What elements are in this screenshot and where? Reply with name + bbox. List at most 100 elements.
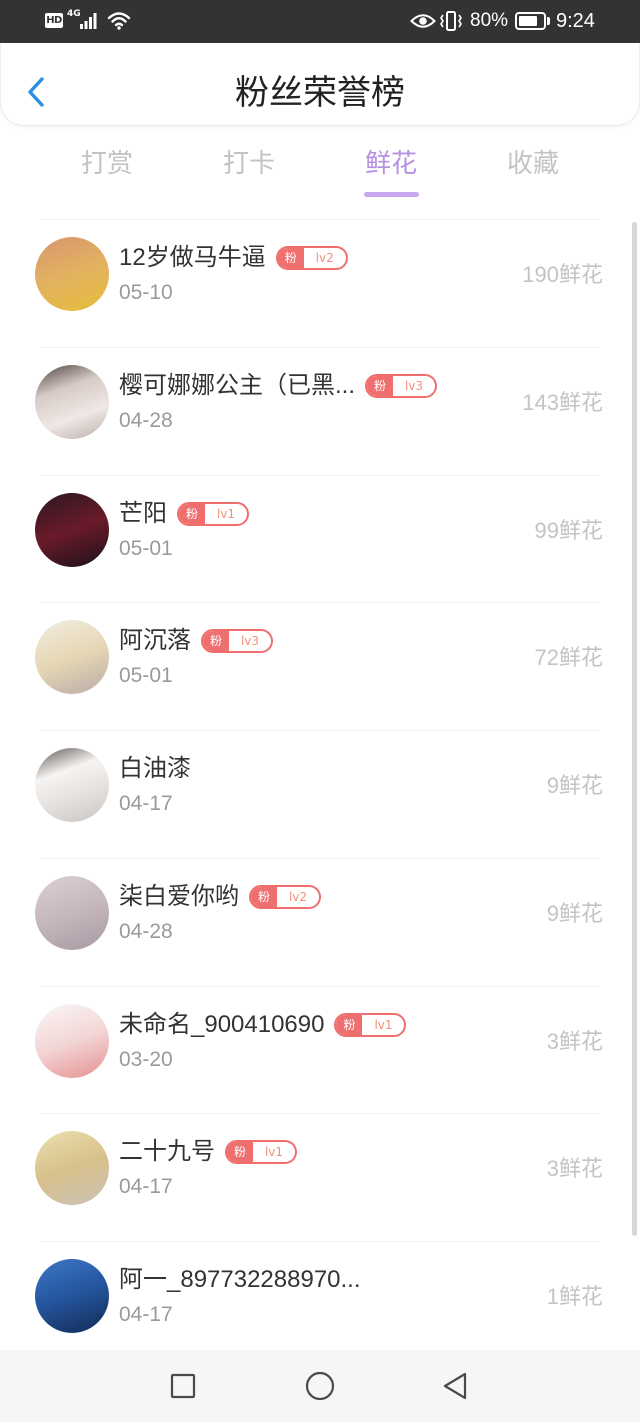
battery-cap — [547, 17, 550, 25]
fan-row[interactable]: 未命名_900410690 粉 lv1 03-20 3鲜花 — [0, 985, 640, 1114]
battery-level-fill — [519, 16, 538, 26]
tab-favorites[interactable]: 收藏 — [462, 142, 604, 198]
fan-row[interactable]: 12岁做马牛逼粉 lv2 05-10 190鲜花 — [0, 219, 640, 347]
badge-prefix: 粉 — [277, 248, 304, 268]
home-button[interactable] — [302, 1368, 338, 1404]
fan-name: 阿一_897732288970... — [119, 1266, 361, 1293]
tab-checkin[interactable]: 打卡 — [178, 142, 320, 198]
fan-date: 04-28 — [119, 919, 173, 943]
badge-prefix: 粉 — [227, 1142, 253, 1163]
avatar[interactable] — [35, 1259, 109, 1333]
badge-prefix: 粉 — [179, 503, 205, 524]
wifi-icon — [107, 12, 131, 30]
fan-date: 05-01 — [119, 536, 173, 560]
fan-level-badge: 粉 lv1 — [177, 501, 249, 526]
fan-name: 白油漆 — [119, 755, 191, 782]
page-title: 粉丝荣誉榜 — [235, 74, 405, 112]
header-bar: 粉丝荣誉榜 — [0, 42, 640, 126]
tab-label: 打卡 — [222, 148, 275, 178]
recents-button[interactable] — [165, 1368, 201, 1404]
badge-level: lv2 — [288, 889, 308, 904]
fan-row[interactable]: 柒白爱你哟粉 lv2 04-28 9鲜花 — [0, 857, 640, 986]
fan-name-line: 12岁做马牛逼粉 lv2 — [119, 243, 348, 273]
fan-name: 二十九号 — [119, 1138, 215, 1166]
fan-row[interactable]: 芒阳粉 lv1 05-01 99鲜花 — [0, 474, 640, 603]
fan-name: 未命名_900410690 — [119, 1010, 325, 1038]
fan-date: 04-28 — [119, 408, 173, 432]
fan-level-badge: 粉 lv1 — [334, 1012, 407, 1037]
fan-ranking-list[interactable]: 12岁做马牛逼粉 lv2 05-10 190鲜花 樱可娜娜公主（已黑... 粉 lv3 04-… — [0, 219, 640, 1369]
fan-row[interactable]: 白油漆 04-17 9鲜花 — [0, 730, 640, 858]
fan-date: 05-10 — [119, 281, 173, 304]
badge-level: lv2 — [315, 251, 334, 265]
flower-count: 9鲜花 — [546, 773, 603, 798]
tab-label: 打赏 — [80, 148, 133, 178]
fan-date: 05-01 — [119, 664, 173, 688]
avatar[interactable] — [35, 620, 109, 695]
flower-count: 1鲜花 — [546, 1284, 603, 1309]
avatar[interactable] — [35, 1131, 109, 1206]
fan-name: 12岁做马牛逼 — [119, 244, 266, 271]
fan-date: 03-20 — [119, 1047, 173, 1071]
badge-level: lv1 — [216, 506, 236, 521]
battery-icon — [515, 12, 546, 30]
tab-label: 收藏 — [506, 148, 559, 178]
fan-name-line: 未命名_900410690 粉 lv1 — [119, 1010, 407, 1040]
badge-level: lv1 — [264, 1145, 284, 1160]
badge-prefix: 粉 — [367, 375, 394, 396]
battery-percent: 80% — [470, 10, 509, 31]
flower-count: 143鲜花 — [522, 389, 603, 415]
clock-time: 9:24 — [556, 10, 595, 32]
scrollbar[interactable] — [632, 222, 637, 1236]
network-type: 4G — [67, 9, 81, 19]
flower-count: 190鲜花 — [522, 262, 603, 287]
hd-indicator: HD — [45, 13, 63, 28]
tab-label: 鲜花 — [364, 148, 417, 178]
fan-name-line: 柒白爱你哟粉 lv2 — [119, 882, 321, 912]
avatar[interactable] — [35, 1003, 109, 1078]
badge-level: lv1 — [374, 1017, 393, 1032]
tab-reward[interactable]: 打赏 — [36, 142, 178, 198]
vibrate-icon — [440, 11, 462, 31]
flower-count: 72鲜花 — [534, 645, 603, 671]
fan-date: 04-17 — [119, 792, 173, 815]
signal-icon — [80, 13, 97, 29]
fan-name: 樱可娜娜公主（已黑... — [119, 371, 356, 399]
fan-date: 04-17 — [119, 1303, 173, 1326]
fan-name-line: 阿沉落粉 lv3 — [119, 626, 273, 656]
tab-bar: 打赏 打卡 鲜花 收藏 — [36, 142, 604, 198]
tab-flowers[interactable]: 鲜花 — [320, 142, 462, 198]
fan-level-badge: 粉 lv3 — [201, 629, 273, 654]
badge-level: lv3 — [404, 378, 424, 393]
avatar[interactable] — [35, 748, 109, 822]
fan-name-line: 白油漆 — [119, 754, 191, 784]
fan-row[interactable]: 樱可娜娜公主（已黑... 粉 lv3 04-28 143鲜花 — [0, 346, 640, 475]
avatar[interactable] — [35, 237, 109, 311]
home-circle-icon — [305, 1371, 335, 1401]
fan-level-badge: 粉 lv2 — [249, 884, 321, 909]
flower-count: 3鲜花 — [546, 1028, 603, 1054]
flower-count: 3鲜花 — [546, 1156, 603, 1182]
avatar[interactable] — [35, 492, 109, 567]
fan-level-badge: 粉 lv1 — [225, 1140, 297, 1165]
fan-name: 阿沉落 — [119, 627, 191, 655]
system-back-button[interactable] — [437, 1368, 473, 1404]
avatar[interactable] — [35, 364, 109, 439]
avatar[interactable] — [35, 875, 109, 950]
badge-level: lv3 — [240, 634, 260, 649]
flower-count: 99鲜花 — [534, 517, 603, 543]
fan-date: 04-17 — [119, 1175, 173, 1199]
fan-name-line: 阿一_897732288970... — [119, 1265, 361, 1295]
badge-prefix: 粉 — [203, 631, 229, 652]
fan-name: 柒白爱你哟 — [119, 882, 239, 910]
fan-row[interactable]: 阿沉落粉 lv3 05-01 72鲜花 — [0, 602, 640, 730]
fan-row[interactable]: 二十九号粉 lv1 04-17 3鲜花 — [0, 1113, 640, 1241]
fan-level-badge: 粉 lv2 — [275, 246, 348, 270]
eye-icon — [410, 14, 436, 28]
fan-level-badge: 粉 lv3 — [365, 373, 438, 398]
recents-square-icon — [170, 1373, 196, 1399]
fan-name: 芒阳 — [119, 499, 167, 527]
fan-name-line: 二十九号粉 lv1 — [119, 1137, 297, 1167]
fan-name-line: 樱可娜娜公主（已黑... 粉 lv3 — [119, 371, 438, 401]
fan-name-line: 芒阳粉 lv1 — [119, 499, 249, 529]
